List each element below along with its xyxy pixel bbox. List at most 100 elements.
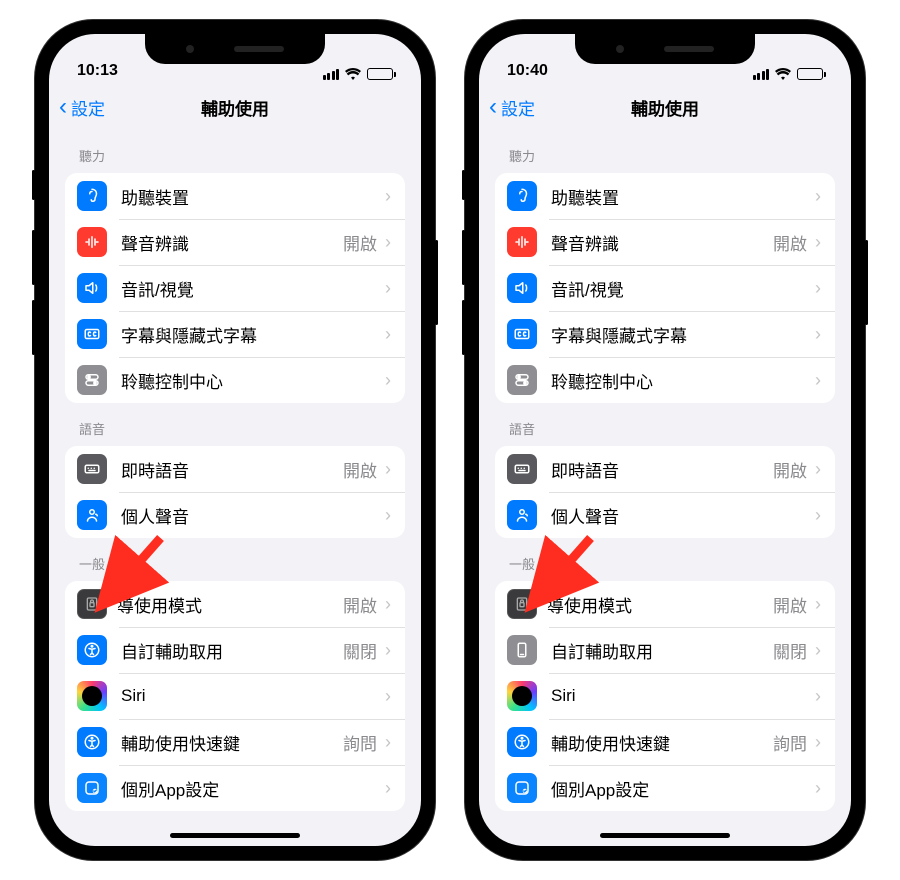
lock-icon [77, 589, 107, 619]
row-label: Siri [121, 686, 385, 706]
home-indicator[interactable] [170, 833, 300, 838]
row-value: 詢問 [343, 730, 377, 755]
row-label: 聲音辨識 [121, 230, 343, 255]
settings-row[interactable]: Siri› [495, 673, 835, 719]
chevron-right-icon: › [385, 459, 391, 480]
screen: 10:13 ‹ 設定 輔助使用 聽力助聽裝置›聲音辨識開啟›音訊/視覺›字幕與隱… [49, 34, 421, 846]
settings-row[interactable]: 輔助使用快速鍵詢問› [65, 719, 405, 765]
row-label: 個別App設定 [551, 776, 815, 801]
volume-up[interactable] [462, 230, 465, 285]
row-label: 個別App設定 [121, 776, 385, 801]
nav-bar: ‹ 設定 輔助使用 [479, 84, 851, 130]
back-label: 設定 [71, 95, 105, 120]
row-value: 開啟 [773, 592, 807, 617]
row-label: 即時語音 [121, 457, 343, 482]
speak-icon [507, 273, 537, 303]
app-icon [507, 773, 537, 803]
row-label: 字幕與隱藏式字幕 [551, 322, 815, 347]
settings-row[interactable]: 自訂輔助取用關閉› [495, 627, 835, 673]
row-label: 輔助使用快速鍵 [551, 730, 773, 755]
settings-row[interactable]: 聲音辨識開啟› [495, 219, 835, 265]
chevron-right-icon: › [815, 594, 821, 615]
row-label: 個人聲音 [551, 503, 815, 528]
chevron-right-icon: › [815, 370, 821, 391]
row-label: 導使用模式 [547, 592, 773, 617]
signal-icon [753, 69, 770, 80]
chevron-right-icon: › [385, 640, 391, 661]
settings-row[interactable]: 即時語音開啟› [495, 446, 835, 492]
settings-row[interactable]: 字幕與隱藏式字幕› [65, 311, 405, 357]
nav-bar: ‹ 設定 輔助使用 [49, 84, 421, 130]
control-icon [507, 365, 537, 395]
volume-down[interactable] [462, 300, 465, 355]
settings-row[interactable]: 音訊/視覺› [65, 265, 405, 311]
settings-row[interactable]: 聆聽控制中心› [495, 357, 835, 403]
settings-row[interactable]: 聲音辨識開啟› [65, 219, 405, 265]
mute-switch[interactable] [462, 170, 465, 200]
chevron-right-icon: › [815, 640, 821, 661]
section-header: 一般 [65, 538, 405, 581]
ear-icon [507, 181, 537, 211]
battery-icon [797, 68, 823, 80]
settings-row[interactable]: 個別App設定› [65, 765, 405, 811]
section-header: 語音 [495, 403, 835, 446]
chevron-right-icon: › [815, 686, 821, 707]
ear-icon [77, 181, 107, 211]
cc-icon [77, 319, 107, 349]
chevron-right-icon: › [815, 505, 821, 526]
chevron-right-icon: › [815, 232, 821, 253]
settings-row[interactable]: 字幕與隱藏式字幕› [495, 311, 835, 357]
power-button[interactable] [865, 240, 868, 325]
access-icon [77, 727, 107, 757]
chevron-left-icon: ‹ [489, 95, 497, 119]
wave-icon [77, 227, 107, 257]
row-value: 關閉 [343, 638, 377, 663]
settings-row[interactable]: 音訊/視覺› [495, 265, 835, 311]
home-indicator[interactable] [600, 833, 730, 838]
voice-icon [77, 500, 107, 530]
settings-row[interactable]: 即時語音開啟› [65, 446, 405, 492]
back-button[interactable]: ‹ 設定 [59, 95, 105, 120]
settings-row[interactable]: 自訂輔助取用關閉› [65, 627, 405, 673]
row-label: Siri [551, 686, 815, 706]
settings-row[interactable]: 助聽裝置› [495, 173, 835, 219]
mute-switch[interactable] [32, 170, 35, 200]
settings-row[interactable]: 助聽裝置› [65, 173, 405, 219]
settings-list: 導使用模式開啟›自訂輔助取用關閉›Siri›輔助使用快速鍵詢問›個別App設定› [65, 581, 405, 811]
settings-list: 助聽裝置›聲音辨識開啟›音訊/視覺›字幕與隱藏式字幕›聆聽控制中心› [495, 173, 835, 403]
section-header: 聽力 [495, 130, 835, 173]
volume-down[interactable] [32, 300, 35, 355]
back-button[interactable]: ‹ 設定 [489, 95, 535, 120]
settings-row[interactable]: 導使用模式開啟 › [495, 581, 835, 627]
app-icon [77, 773, 107, 803]
settings-row[interactable]: 輔助使用快速鍵詢問› [495, 719, 835, 765]
row-label: 字幕與隱藏式字幕 [121, 322, 385, 347]
settings-row[interactable]: 個人聲音› [495, 492, 835, 538]
siri-icon [77, 681, 107, 711]
row-label: 聆聽控制中心 [551, 368, 815, 393]
settings-row[interactable]: 個別App設定› [495, 765, 835, 811]
chevron-right-icon: › [385, 594, 391, 615]
settings-row[interactable]: 導使用模式開啟› [65, 581, 405, 627]
section-header: 一般 [495, 538, 835, 581]
back-label: 設定 [501, 95, 535, 120]
settings-content[interactable]: 聽力助聽裝置›聲音辨識開啟›音訊/視覺›字幕與隱藏式字幕›聆聽控制中心›語音即時… [49, 130, 421, 811]
settings-list: 即時語音開啟›個人聲音› [495, 446, 835, 538]
settings-content[interactable]: 聽力助聽裝置›聲音辨識開啟›音訊/視覺›字幕與隱藏式字幕›聆聽控制中心›語音即時… [479, 130, 851, 811]
section-header: 語音 [65, 403, 405, 446]
chevron-right-icon: › [815, 278, 821, 299]
chevron-right-icon: › [385, 278, 391, 299]
row-label: 自訂輔助取用 [551, 638, 773, 663]
row-label: 聆聽控制中心 [121, 368, 385, 393]
settings-row[interactable]: 聆聽控制中心› [65, 357, 405, 403]
settings-row[interactable]: Siri› [65, 673, 405, 719]
signal-icon [323, 69, 340, 80]
row-label: 助聽裝置 [551, 184, 815, 209]
settings-row[interactable]: 個人聲音› [65, 492, 405, 538]
power-button[interactable] [435, 240, 438, 325]
chevron-right-icon: › [385, 505, 391, 526]
section-header: 聽力 [65, 130, 405, 173]
keyboard-icon [507, 454, 537, 484]
speak-icon [77, 273, 107, 303]
volume-up[interactable] [32, 230, 35, 285]
